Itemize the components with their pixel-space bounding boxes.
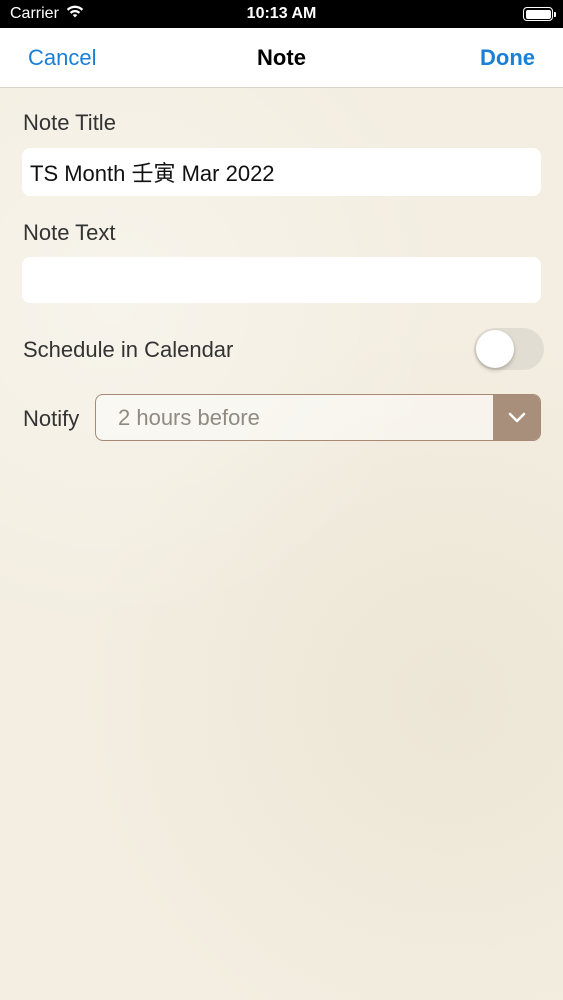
note-title-field[interactable]: TS Month 壬寅 Mar 2022 — [22, 148, 541, 196]
wifi-icon — [65, 4, 85, 24]
note-title-label: Note Title — [23, 110, 116, 135]
cancel-button[interactable]: Cancel — [28, 45, 96, 71]
schedule-toggle[interactable] — [474, 328, 544, 370]
carrier-label: Carrier — [10, 5, 59, 22]
note-text-field[interactable] — [22, 257, 541, 303]
done-button[interactable]: Done — [480, 45, 535, 71]
status-bar: Carrier 10:13 AM — [0, 0, 563, 28]
note-title-value: TS Month 壬寅 Mar 2022 — [30, 161, 275, 186]
nav-bar: Note Cancel Done — [0, 28, 563, 88]
battery-fill — [525, 9, 551, 19]
schedule-label: Schedule in Calendar — [23, 337, 234, 362]
notify-value: 2 hours before — [118, 404, 260, 430]
status-left: Carrier — [10, 4, 85, 24]
note-text-label: Note Text — [23, 220, 116, 245]
chevron-down-icon[interactable] — [493, 395, 540, 440]
battery-icon — [523, 7, 556, 21]
notify-label: Notify — [23, 406, 80, 431]
notify-select[interactable]: 2 hours before — [95, 394, 541, 441]
toggle-knob — [476, 330, 514, 368]
